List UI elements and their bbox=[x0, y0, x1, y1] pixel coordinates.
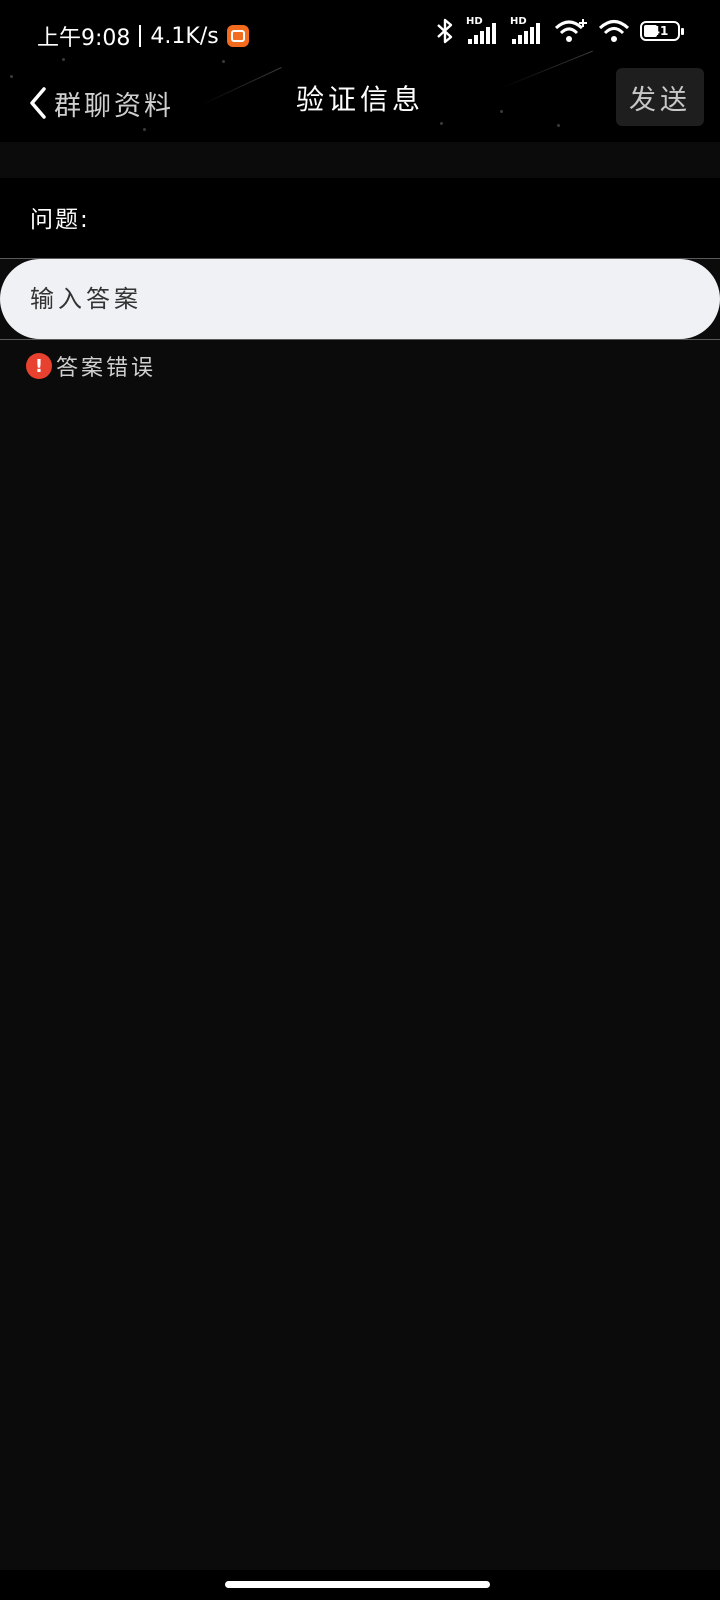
section-gap bbox=[0, 142, 720, 178]
error-message: ! 答案错误 bbox=[26, 350, 156, 382]
send-button[interactable]: 发送 bbox=[616, 68, 704, 126]
error-text: 答案错误 bbox=[56, 356, 157, 381]
question-row: 问题: bbox=[0, 178, 720, 258]
status-right: HD HD 41 bbox=[434, 16, 684, 44]
divider bbox=[0, 339, 720, 340]
answer-input[interactable] bbox=[0, 259, 720, 339]
battery-level-text: 41 bbox=[651, 24, 669, 38]
status-time: 上午9:08 bbox=[37, 26, 131, 51]
app-badge-icon bbox=[226, 25, 249, 47]
page-title: 验证信息 bbox=[295, 83, 424, 116]
home-indicator[interactable] bbox=[225, 1581, 490, 1588]
status-bar: 上午9:08 4.1K/s HD HD 41 bbox=[0, 0, 720, 68]
navigation-bar: 群聊资料 验证信息 发送 bbox=[0, 68, 720, 140]
wifi-plus-icon bbox=[554, 19, 587, 42]
status-separator bbox=[139, 25, 142, 47]
wifi-icon bbox=[598, 20, 630, 42]
status-net-speed: 4.1K/s bbox=[150, 23, 219, 49]
hd-signal-icon: HD bbox=[510, 16, 544, 44]
question-label: 问题: bbox=[30, 207, 90, 233]
battery-icon: 41 bbox=[640, 21, 684, 41]
bluetooth-icon bbox=[437, 18, 453, 44]
error-icon: ! bbox=[26, 353, 52, 379]
status-left: 上午9:08 4.1K/s bbox=[37, 20, 249, 52]
hd-signal-icon: HD bbox=[466, 16, 500, 44]
